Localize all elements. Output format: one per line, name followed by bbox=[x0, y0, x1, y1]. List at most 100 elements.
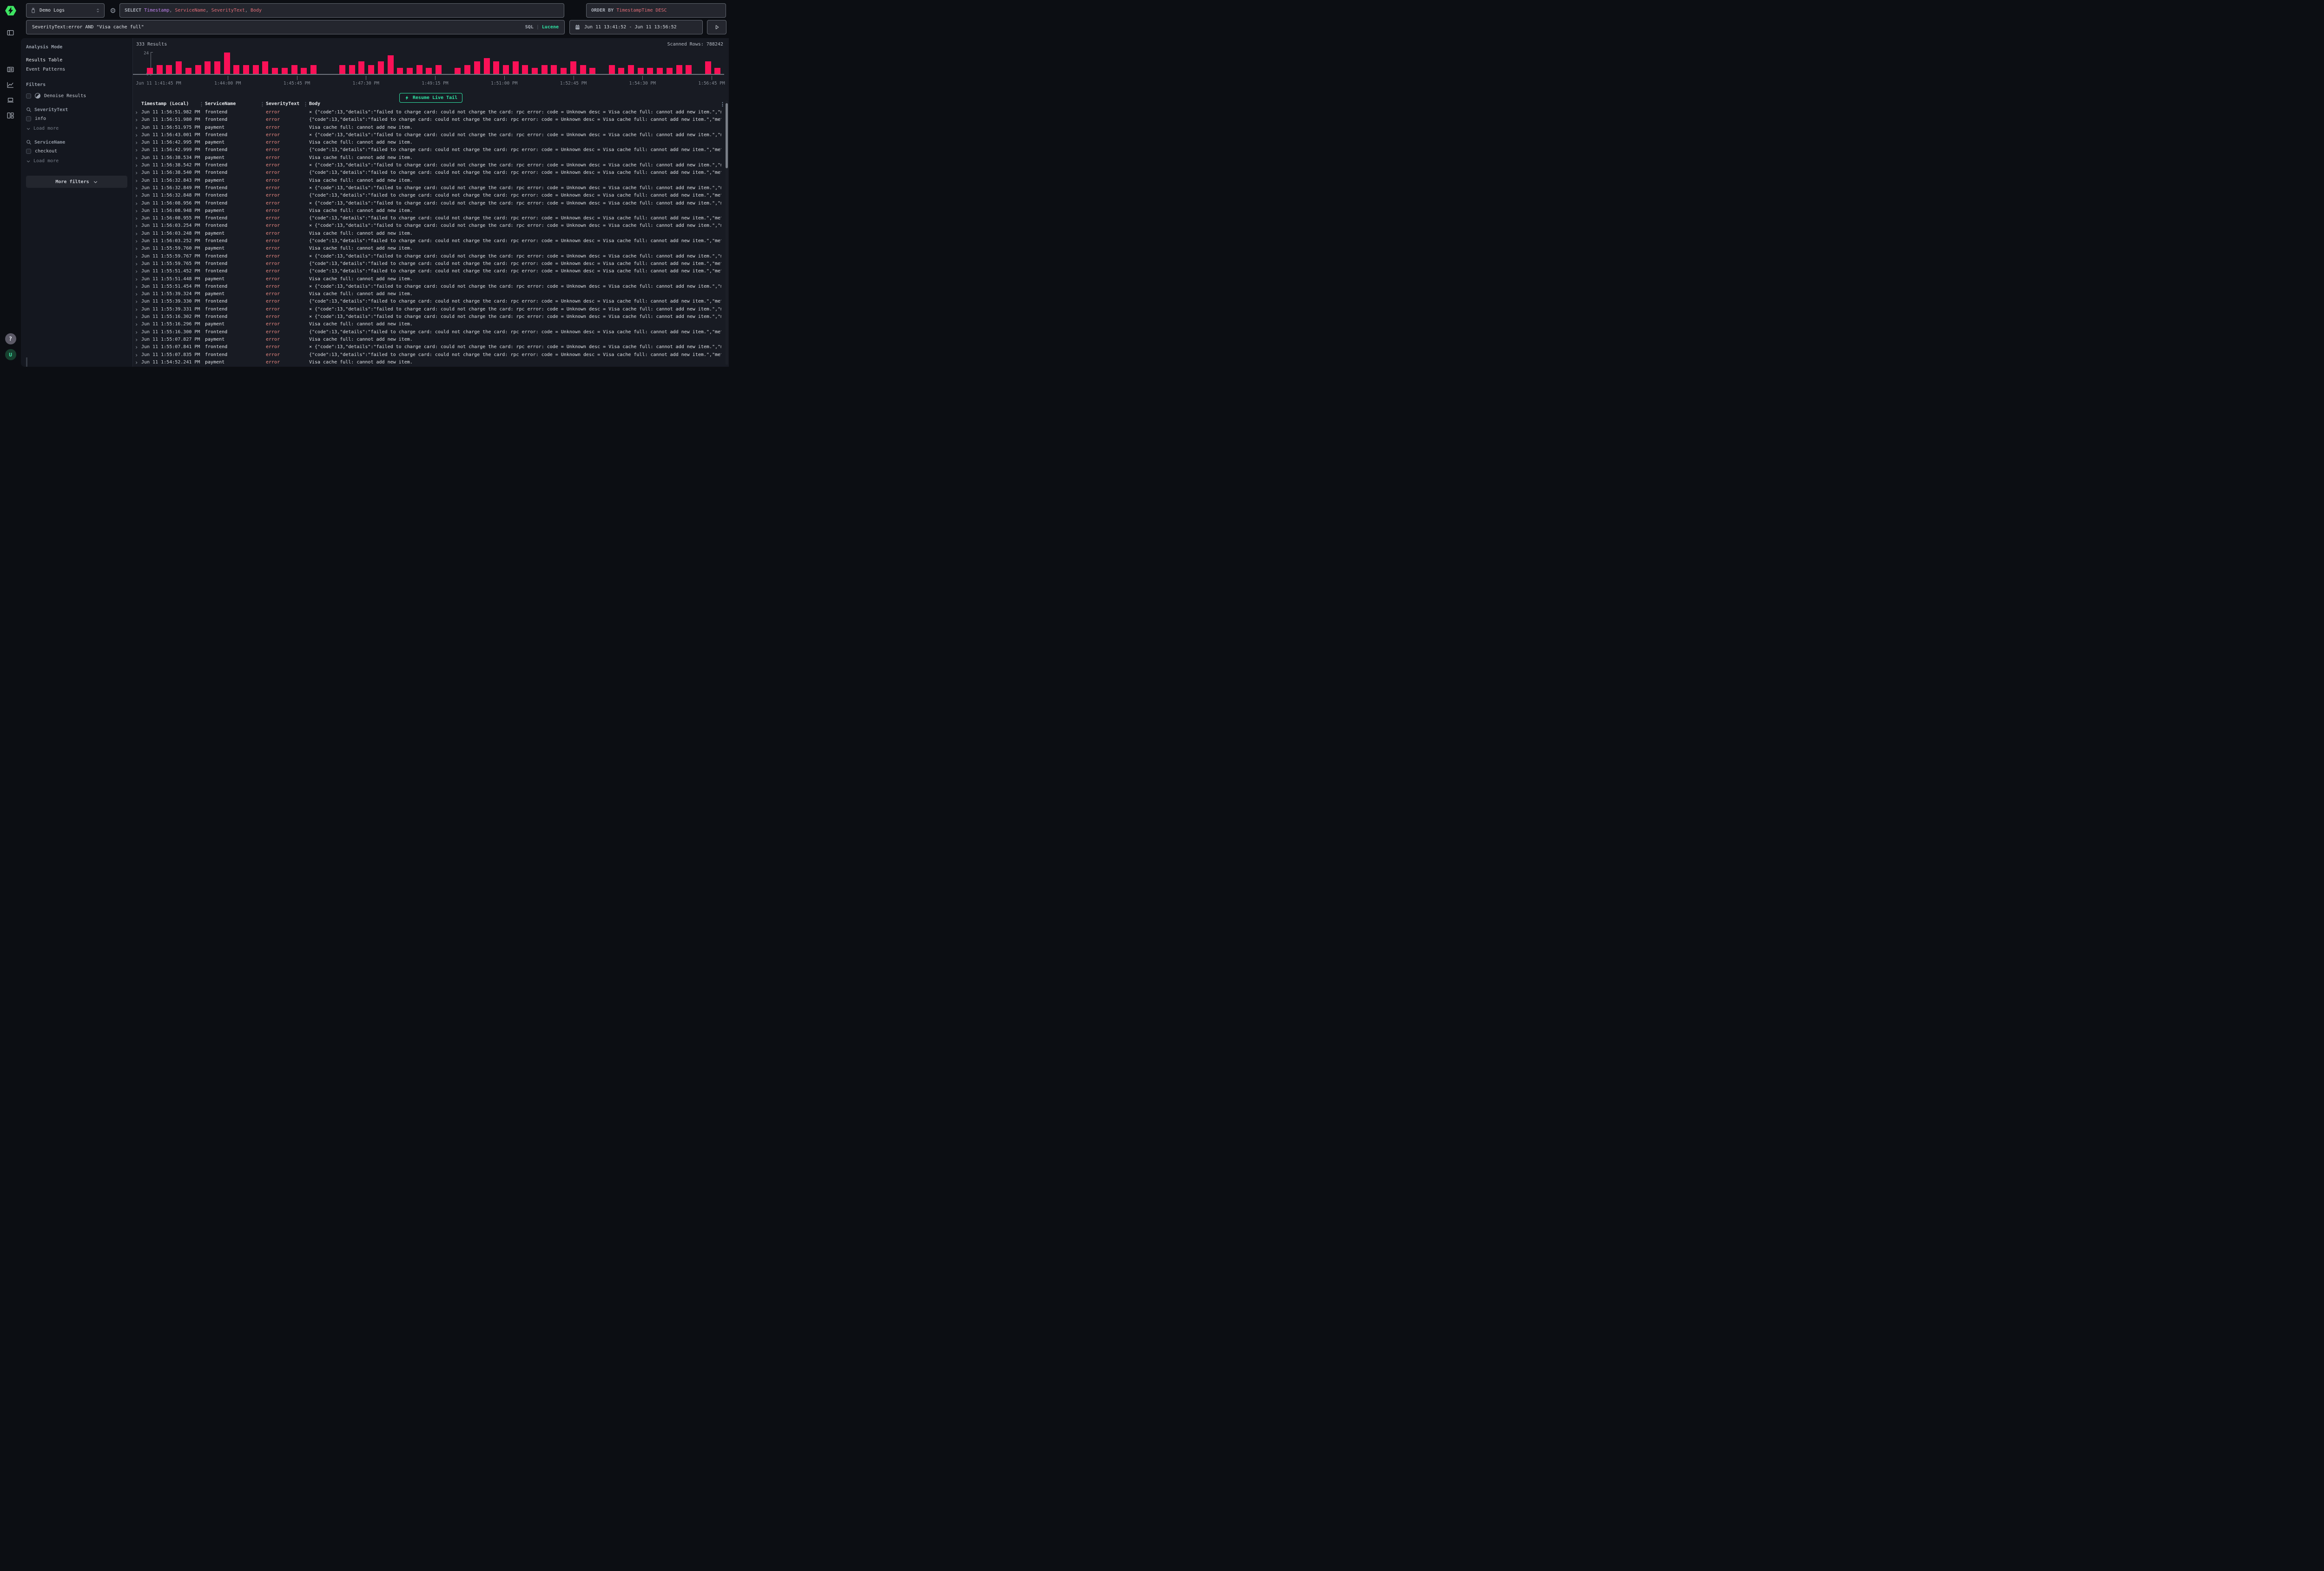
histogram-bar[interactable] bbox=[243, 65, 249, 74]
histogram-bar[interactable] bbox=[618, 68, 624, 74]
row-expand-chevron-icon[interactable]: › bbox=[135, 139, 138, 146]
row-expand-chevron-icon[interactable]: › bbox=[135, 253, 138, 260]
histogram-bar[interactable] bbox=[570, 61, 576, 74]
help-button[interactable]: ? bbox=[5, 333, 16, 344]
table-row[interactable]: › Jun 11 1:55:39.324 PM payment error Vi… bbox=[133, 290, 729, 298]
hyperdx-logo-icon[interactable] bbox=[5, 5, 17, 17]
row-expand-chevron-icon[interactable]: › bbox=[135, 313, 138, 321]
histogram-bar[interactable] bbox=[484, 58, 490, 74]
table-row[interactable]: › Jun 11 1:54:52.241 PM payment error Vi… bbox=[133, 359, 729, 366]
histogram-bar[interactable] bbox=[166, 65, 172, 74]
histogram-bar[interactable] bbox=[301, 68, 307, 74]
table-row[interactable]: › Jun 11 1:56:03.254 PM frontend error ×… bbox=[133, 222, 729, 230]
row-expand-chevron-icon[interactable]: › bbox=[135, 260, 138, 268]
histogram-bar[interactable] bbox=[589, 68, 595, 74]
info-checkbox[interactable] bbox=[26, 116, 31, 121]
table-row[interactable]: › Jun 11 1:56:38.540 PM frontend error {… bbox=[133, 169, 729, 177]
user-avatar[interactable]: U bbox=[5, 349, 16, 360]
histogram-bar[interactable] bbox=[609, 65, 615, 74]
histogram-bar[interactable] bbox=[532, 68, 538, 74]
table-row[interactable]: › Jun 11 1:55:59.767 PM frontend error ×… bbox=[133, 253, 729, 260]
tab-results-table[interactable]: Results Table bbox=[26, 55, 127, 65]
histogram-bar[interactable] bbox=[185, 68, 191, 74]
table-row[interactable]: › Jun 11 1:55:59.760 PM payment error Vi… bbox=[133, 245, 729, 252]
histogram-bar[interactable] bbox=[224, 53, 230, 74]
table-row[interactable]: › Jun 11 1:55:16.296 PM payment error Vi… bbox=[133, 321, 729, 328]
histogram-bar[interactable] bbox=[253, 65, 259, 74]
row-expand-chevron-icon[interactable]: › bbox=[135, 177, 138, 185]
col-resize-handle[interactable]: ⋮ bbox=[260, 101, 265, 107]
table-row[interactable]: › Jun 11 1:56:51.982 PM frontend error ×… bbox=[133, 109, 729, 116]
histogram-bar[interactable] bbox=[493, 61, 499, 74]
histogram-bar[interactable] bbox=[676, 65, 682, 74]
histogram-bar[interactable] bbox=[426, 68, 432, 74]
histogram-bar[interactable] bbox=[686, 65, 692, 74]
table-row[interactable]: › Jun 11 1:56:38.542 PM frontend error ×… bbox=[133, 162, 729, 169]
row-expand-chevron-icon[interactable]: › bbox=[135, 283, 138, 290]
table-row[interactable]: › Jun 11 1:56:32.849 PM frontend error ×… bbox=[133, 185, 729, 192]
table-row[interactable]: › Jun 11 1:55:51.454 PM frontend error ×… bbox=[133, 283, 729, 290]
table-row[interactable]: › Jun 11 1:56:03.248 PM payment error Vi… bbox=[133, 230, 729, 238]
histogram-bar[interactable] bbox=[628, 65, 634, 74]
table-row[interactable]: › Jun 11 1:55:07.841 PM frontend error ×… bbox=[133, 343, 729, 351]
histogram-bar[interactable] bbox=[407, 68, 413, 74]
col-resize-handle[interactable]: ⋮ bbox=[199, 101, 204, 107]
row-expand-chevron-icon[interactable]: › bbox=[135, 116, 138, 124]
row-expand-chevron-icon[interactable]: › bbox=[135, 343, 138, 351]
histogram-bar[interactable] bbox=[205, 61, 211, 74]
table-row[interactable]: › Jun 11 1:56:43.001 PM frontend error ×… bbox=[133, 132, 729, 139]
histogram-bar[interactable] bbox=[368, 65, 374, 74]
table-row[interactable]: › Jun 11 1:56:42.995 PM payment error Vi… bbox=[133, 139, 729, 146]
chart-explorer-icon[interactable] bbox=[7, 81, 14, 89]
col-servicename[interactable]: ServiceName bbox=[205, 101, 236, 106]
select-columns-input[interactable]: SELECT Timestamp, ServiceName, SeverityT… bbox=[119, 3, 564, 18]
histogram-bar[interactable] bbox=[714, 68, 720, 74]
filter-option-info[interactable]: info bbox=[26, 116, 127, 121]
histogram-bar[interactable] bbox=[638, 68, 644, 74]
histogram-bar[interactable] bbox=[282, 68, 288, 74]
load-more-severitytext[interactable]: Load more bbox=[26, 126, 127, 131]
row-expand-chevron-icon[interactable]: › bbox=[135, 306, 138, 313]
col-body[interactable]: Body bbox=[309, 101, 320, 106]
row-expand-chevron-icon[interactable]: › bbox=[135, 200, 138, 207]
table-row[interactable]: › Jun 11 1:56:32.848 PM frontend error {… bbox=[133, 192, 729, 199]
histogram-bar[interactable] bbox=[580, 65, 586, 74]
sessions-icon[interactable] bbox=[7, 96, 14, 104]
histogram-bar[interactable] bbox=[464, 65, 470, 74]
filter-option-checkout[interactable]: checkout bbox=[26, 149, 127, 154]
histogram-bar[interactable] bbox=[310, 65, 317, 74]
mode-toggle-lucene[interactable]: Lucene bbox=[542, 25, 559, 30]
row-expand-chevron-icon[interactable]: › bbox=[135, 124, 138, 132]
table-row[interactable]: › Jun 11 1:55:51.452 PM frontend error {… bbox=[133, 268, 729, 275]
histogram-bar[interactable] bbox=[513, 61, 519, 74]
histogram-bar[interactable] bbox=[195, 65, 201, 74]
dashboards-icon[interactable] bbox=[7, 112, 14, 119]
histogram-bar[interactable] bbox=[272, 68, 278, 74]
table-row[interactable]: › Jun 11 1:55:39.330 PM frontend error {… bbox=[133, 298, 729, 305]
histogram-bar[interactable] bbox=[349, 65, 355, 74]
row-expand-chevron-icon[interactable]: › bbox=[135, 238, 138, 245]
denoise-results-row[interactable]: Denoise Results bbox=[26, 93, 127, 99]
search-input[interactable]: SeverityText:error AND "Visa cache full"… bbox=[26, 20, 565, 34]
table-row[interactable]: › Jun 11 1:55:07.827 PM payment error Vi… bbox=[133, 336, 729, 343]
table-options-icon[interactable]: ⋮ bbox=[720, 101, 725, 107]
table-row[interactable]: › Jun 11 1:55:16.302 PM frontend error ×… bbox=[133, 313, 729, 321]
col-resize-handle[interactable]: ⋮ bbox=[303, 101, 308, 107]
histogram-bar[interactable] bbox=[522, 65, 528, 74]
row-expand-chevron-icon[interactable]: › bbox=[135, 298, 138, 305]
search-logs-icon[interactable] bbox=[7, 66, 14, 73]
histogram-bar[interactable] bbox=[291, 65, 297, 74]
histogram-bar[interactable] bbox=[388, 55, 394, 74]
row-expand-chevron-icon[interactable]: › bbox=[135, 276, 138, 283]
row-expand-chevron-icon[interactable]: › bbox=[135, 185, 138, 192]
tab-event-patterns[interactable]: Event Patterns bbox=[26, 65, 127, 74]
histogram-bar[interactable] bbox=[214, 61, 220, 74]
histogram-bar[interactable] bbox=[647, 68, 653, 74]
order-by-input[interactable]: ORDER BY TimestampTime DESC bbox=[586, 3, 726, 18]
table-row[interactable]: › Jun 11 1:55:51.448 PM payment error Vi… bbox=[133, 276, 729, 283]
histogram-bar[interactable] bbox=[233, 65, 239, 74]
histogram-bar[interactable] bbox=[339, 65, 345, 74]
histogram-bar[interactable] bbox=[176, 61, 182, 74]
table-row[interactable]: › Jun 11 1:56:08.948 PM payment error Vi… bbox=[133, 207, 729, 215]
table-row[interactable]: › Jun 11 1:56:08.955 PM frontend error {… bbox=[133, 215, 729, 222]
